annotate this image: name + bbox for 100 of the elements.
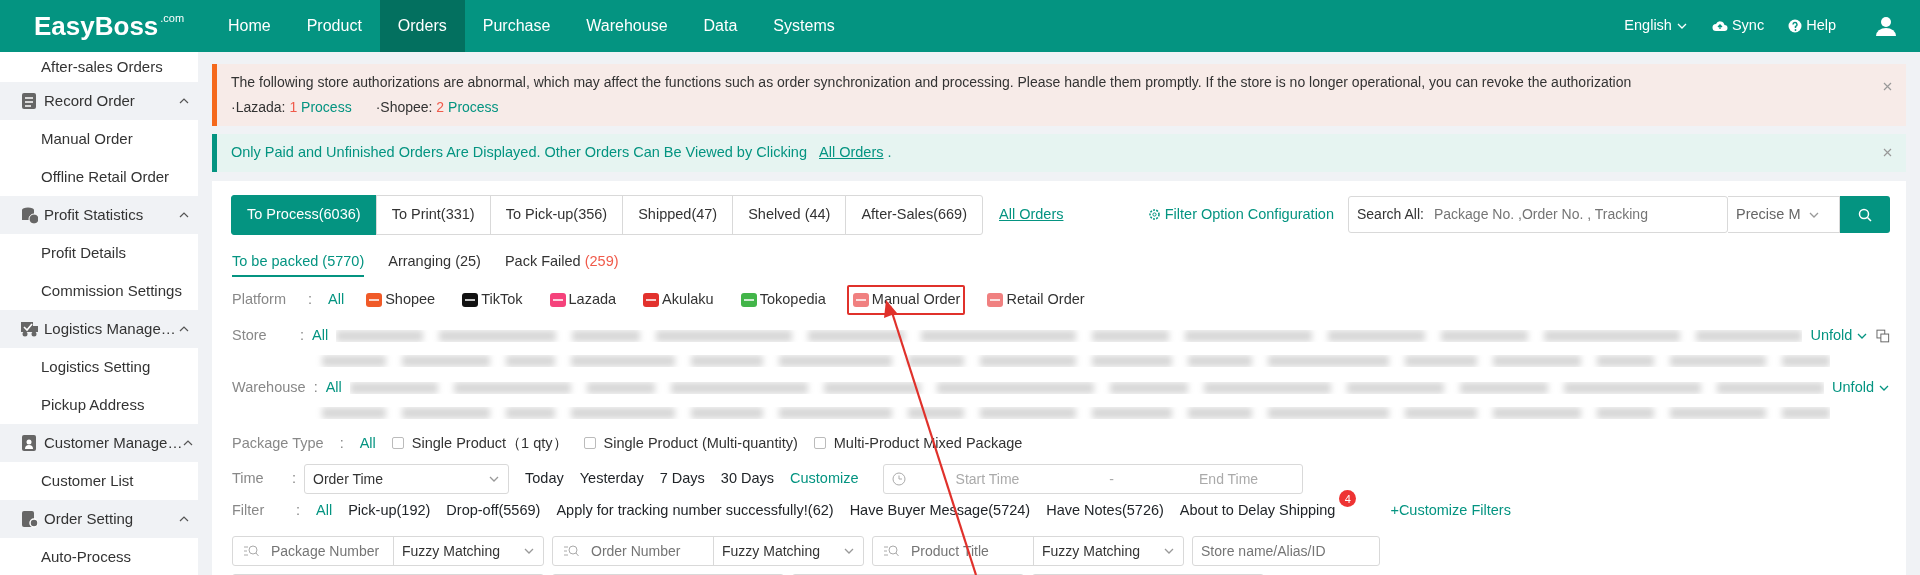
search-icon <box>243 544 259 558</box>
store-icon <box>739 291 758 310</box>
sidebar-item[interactable]: Commission Settings <box>0 272 198 310</box>
filter-label: Platform <box>232 290 287 310</box>
order-tab[interactable]: To Print(331) <box>375 194 491 235</box>
nav-tab[interactable]: Product <box>288 0 380 52</box>
order-tab[interactable]: After-Sales(669) <box>845 194 983 235</box>
store-icon <box>548 291 567 310</box>
sidebar-item[interactable]: Pickup Address <box>0 386 198 424</box>
user-icon <box>1876 16 1896 36</box>
quick-date-link[interactable]: 30 Days <box>720 468 775 491</box>
all-option[interactable]: All <box>328 289 345 311</box>
search-field[interactable]: Order Number <box>589 539 713 563</box>
order-tab[interactable]: To Process(6036) <box>231 194 377 235</box>
checkbox[interactable] <box>391 437 404 450</box>
search-button[interactable] <box>1840 196 1890 234</box>
checkbox-option[interactable]: Single Product (Multi-quantity) <box>583 432 798 455</box>
platform-option[interactable]: Lazada <box>543 285 622 315</box>
all-option[interactable]: All <box>325 376 342 399</box>
sidebar-group[interactable]: Customer Manage… <box>0 424 198 462</box>
store-icon <box>851 291 870 310</box>
platform-option[interactable]: Manual Order <box>846 285 966 315</box>
help-button[interactable]: Help <box>1788 15 1836 37</box>
sidebar-item[interactable]: Auto-Process <box>0 538 198 575</box>
filter-label: Package Type <box>232 433 324 453</box>
platform-option[interactable]: Shopee <box>360 285 441 315</box>
all-option[interactable]: All <box>312 325 329 347</box>
all-option[interactable]: All <box>359 432 376 455</box>
filter-label: Filter <box>232 501 266 521</box>
store-status: ·Lazada: 1 Process <box>231 98 352 117</box>
all-option[interactable]: All <box>316 500 333 522</box>
clock-icon <box>891 472 906 487</box>
quick-date-link[interactable]: 7 Days <box>659 468 705 491</box>
sync-button[interactable]: Sync <box>1711 15 1765 37</box>
filter-config-link[interactable]: Filter Option Configuration <box>1147 203 1334 226</box>
close-icon <box>1883 148 1892 158</box>
quick-date-link[interactable]: Today <box>525 468 564 491</box>
nav-tab[interactable]: Home <box>210 0 289 52</box>
sidebar-item[interactable]: After-sales Orders <box>0 52 198 82</box>
search-icon <box>883 544 899 558</box>
search-box[interactable]: Search All: Package No. ,Order No. , Tracking <box>1348 196 1728 234</box>
search-field[interactable]: Package Number <box>269 539 393 563</box>
order-tab[interactable]: Shipped(47) <box>622 194 734 235</box>
sidebar-item[interactable]: Manual Order <box>0 120 198 158</box>
search-label: Search All: <box>1356 205 1425 225</box>
checkbox[interactable] <box>583 437 596 450</box>
nav-tab[interactable]: Warehouse <box>568 0 686 52</box>
logo: EasyBoss <box>34 11 159 41</box>
filter-option[interactable]: Have Notes(5726) <box>1046 500 1164 522</box>
platform-option[interactable]: Retail Order <box>981 285 1090 315</box>
nav-tab[interactable]: Data <box>685 0 756 52</box>
platform-option[interactable]: Akulaku <box>637 285 719 315</box>
filter-option[interactable]: Apply for tracking number successfully!(62) <box>556 500 834 522</box>
checkbox[interactable] <box>813 437 826 450</box>
nav-tab[interactable]: Orders <box>379 0 465 52</box>
close-icon <box>1883 82 1892 91</box>
settings-icon <box>20 510 38 528</box>
order-tab[interactable]: Shelved (44) <box>732 194 847 235</box>
sidebar-item[interactable]: Offline Retail Order <box>0 158 198 196</box>
platform-option[interactable]: TikTok <box>456 285 528 315</box>
unfold-link[interactable]: Unfold <box>1832 376 1890 399</box>
sidebar-item[interactable]: Customer List <box>0 462 198 500</box>
search-box[interactable]: Package Number Fuzzy Matching <box>232 536 544 566</box>
match-select[interactable]: Fuzzy Matching <box>1033 537 1183 565</box>
time-select[interactable]: Order Time <box>304 464 510 495</box>
sidebar-group[interactable]: Order Setting <box>0 500 198 538</box>
sidebar-group[interactable]: Record Order <box>0 82 198 120</box>
sidebar-item[interactable]: Logistics Setting <box>0 348 198 386</box>
logo-suffix: .com <box>160 12 185 24</box>
filter-option[interactable]: Pick-up(192) <box>348 500 431 522</box>
order-tab[interactable]: To Pick-up(356) <box>489 194 624 235</box>
match-select[interactable]: Fuzzy Matching <box>713 537 863 565</box>
nav-tab[interactable]: Systems <box>755 0 853 52</box>
colon: : <box>339 433 344 453</box>
sidebar-item[interactable]: Profit Details <box>0 234 198 272</box>
filter-label: Store <box>232 326 268 345</box>
customize-filters-link[interactable]: +Customize Filters <box>1390 500 1511 522</box>
contact-icon <box>20 434 38 452</box>
search-box[interactable]: Order Number Fuzzy Matching <box>552 536 864 566</box>
status-tab[interactable]: Pack Failed (259) <box>504 250 619 278</box>
copy-icon <box>1876 328 1890 343</box>
match-select[interactable]: Fuzzy Matching <box>393 537 543 565</box>
sidebar-group[interactable]: Profit Statistics <box>0 196 198 234</box>
alert-message: The following store authorizations are abnormal, which may affect the functions such as order synchronization and processing. Please handle them promptly. If the store is no longer operational, you can revoke the authorization <box>231 73 1633 92</box>
quick-date-link[interactable]: Yesterday <box>579 468 644 491</box>
language-dropdown[interactable]: English <box>1624 15 1688 37</box>
platform-option[interactable]: Tokopedia <box>734 285 831 315</box>
nav-tab[interactable]: Purchase <box>464 0 569 52</box>
truck-icon <box>20 320 38 338</box>
unfold-link[interactable]: Unfold <box>1810 325 1869 347</box>
filter-option[interactable]: About to Delay Shipping <box>1179 500 1336 522</box>
all-orders-link[interactable]: All Orders <box>999 203 1064 226</box>
status-tab[interactable]: To be packed (5770) <box>232 250 365 278</box>
filter-option[interactable]: Drop-off(5569) <box>446 500 541 522</box>
customize-link[interactable]: Customize <box>790 468 859 491</box>
checkbox-option[interactable]: Single Product（1 qty） <box>391 432 568 455</box>
sidebar-group[interactable]: Logistics Manage… <box>0 310 198 348</box>
colon: : <box>300 326 305 345</box>
filter-label: Time <box>232 469 265 489</box>
status-tab[interactable]: Arranging (25) <box>388 250 481 278</box>
